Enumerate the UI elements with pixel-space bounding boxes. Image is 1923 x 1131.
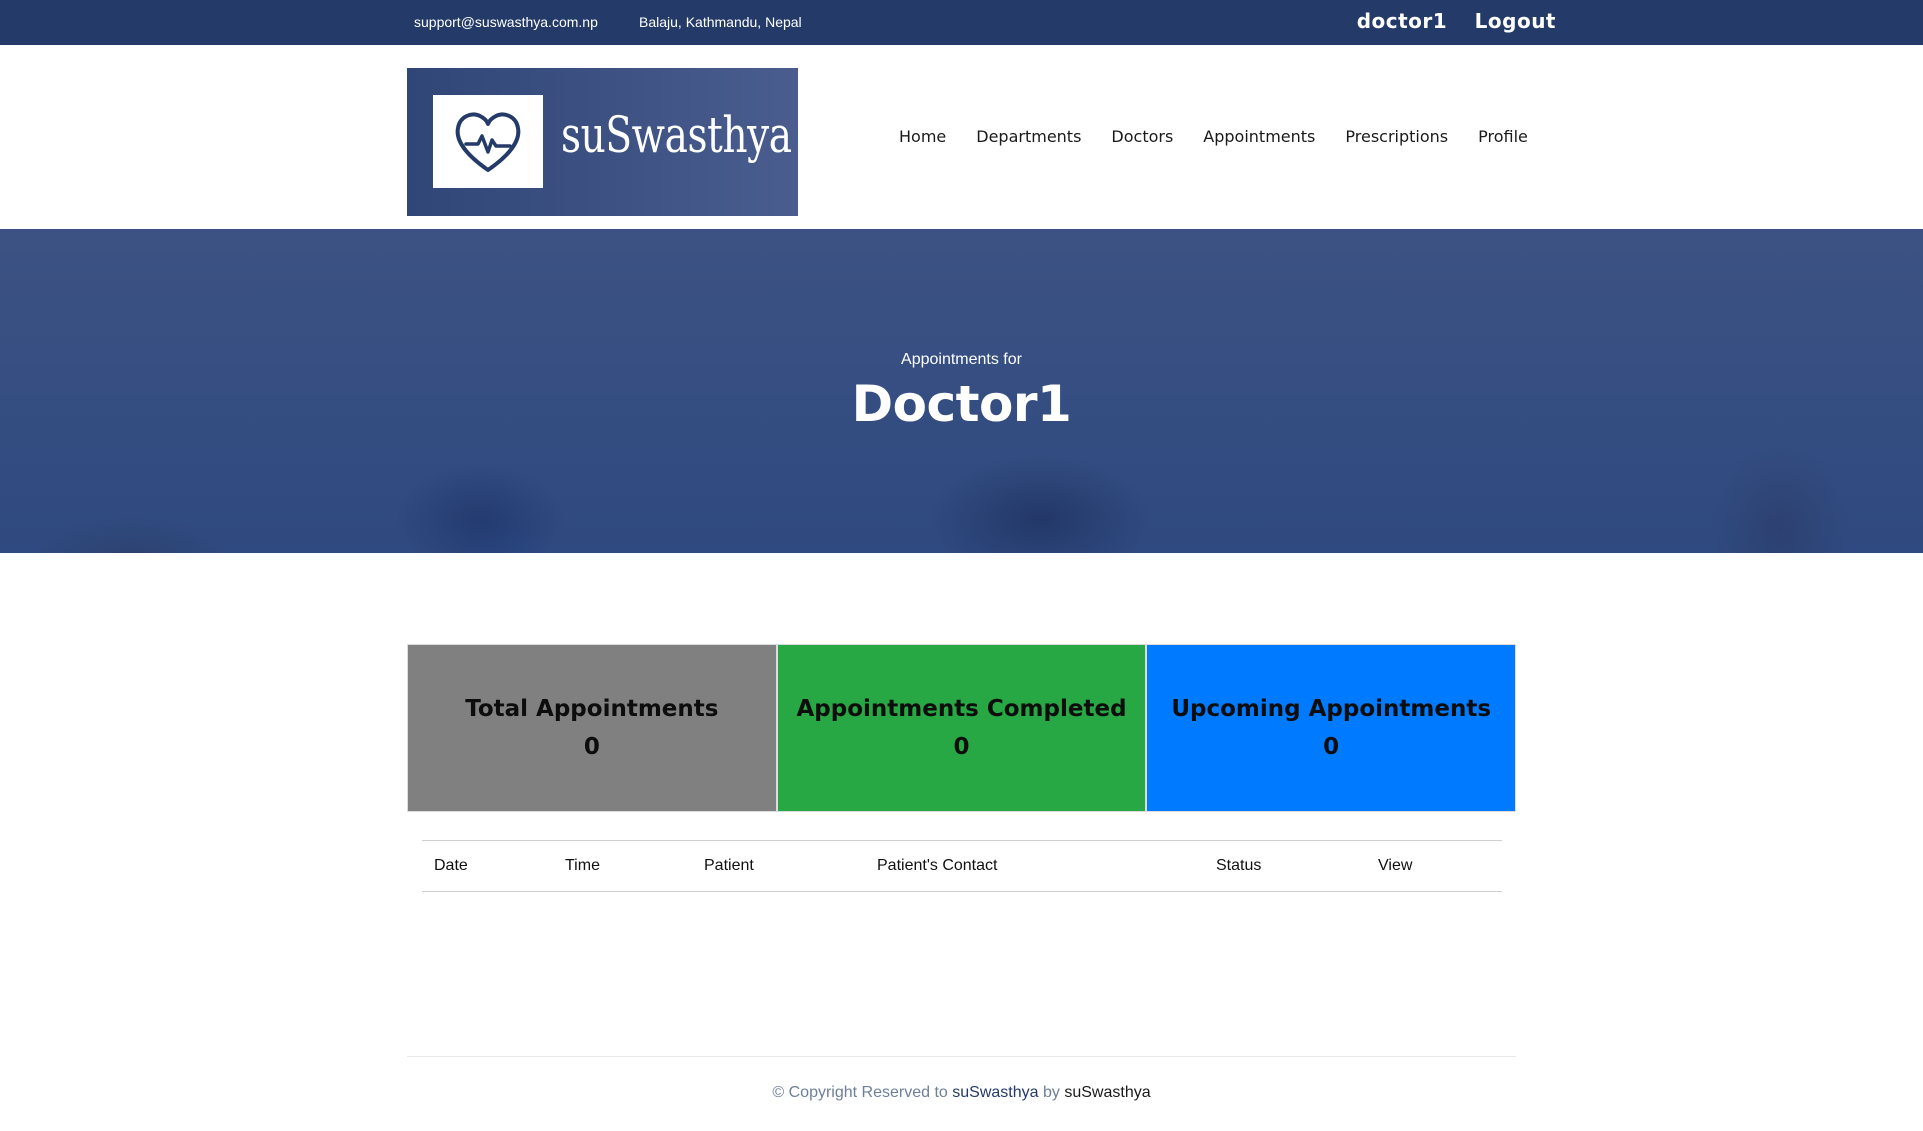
main-nav: Home Departments Doctors Appointments Pr… [899, 127, 1558, 146]
nav-home[interactable]: Home [899, 127, 946, 146]
column-status: Status [1216, 857, 1262, 874]
hero-subtitle: Appointments for [901, 351, 1022, 368]
nav-doctors[interactable]: Doctors [1111, 127, 1173, 146]
column-patient-contact: Patient's Contact [877, 857, 998, 874]
column-patient: Patient [704, 857, 754, 874]
hero-title: Doctor1 [851, 375, 1072, 433]
nav-appointments[interactable]: Appointments [1203, 127, 1315, 146]
support-email: support@suswasthya.com.np [414, 14, 598, 30]
column-date: Date [434, 857, 468, 874]
column-view: View [1378, 857, 1413, 874]
footer-by: by [1042, 1084, 1060, 1101]
stat-value: 0 [1323, 734, 1340, 760]
footer-owner: suSwasthya [1064, 1084, 1151, 1101]
logo[interactable]: suSwasthya [407, 68, 798, 216]
stat-total: Total Appointments 0 [407, 644, 777, 812]
stat-value: 0 [583, 734, 600, 760]
copyright-text: © Copyright Reserved to [772, 1084, 948, 1101]
stat-label: Appointments Completed [796, 696, 1127, 722]
footer-divider [407, 1056, 1516, 1057]
heart-pulse-icon [433, 95, 543, 188]
site-header: suSwasthya Home Departments Doctors Appo… [0, 45, 1923, 229]
stats-cards: Total Appointments 0 Appointments Comple… [407, 644, 1517, 812]
hero-banner: Appointments for Doctor1 [0, 229, 1923, 553]
stat-label: Upcoming Appointments [1171, 696, 1492, 722]
footer-site-link[interactable]: suSwasthya [952, 1084, 1038, 1101]
footer: © Copyright Reserved to suSwasthya by su… [0, 1084, 1923, 1102]
stat-upcoming: Upcoming Appointments 0 [1146, 644, 1517, 812]
stat-completed: Appointments Completed 0 [776, 644, 1147, 812]
appointments-table-header: Date Time Patient Patient's Contact Stat… [422, 840, 1502, 892]
stat-label: Total Appointments [465, 696, 719, 722]
username-link[interactable]: doctor1 [1357, 9, 1448, 33]
column-time: Time [565, 857, 600, 874]
nav-prescriptions[interactable]: Prescriptions [1345, 127, 1448, 146]
brand-name: suSwasthya [561, 106, 792, 164]
address: Balaju, Kathmandu, Nepal [639, 14, 802, 30]
nav-departments[interactable]: Departments [976, 127, 1081, 146]
logout-link[interactable]: Logout [1475, 9, 1556, 33]
user-menu: doctor1 Logout [1337, 9, 1556, 33]
top-bar: support@suswasthya.com.np Balaju, Kathma… [0, 0, 1923, 45]
nav-profile[interactable]: Profile [1478, 127, 1528, 146]
stat-value: 0 [953, 734, 970, 760]
